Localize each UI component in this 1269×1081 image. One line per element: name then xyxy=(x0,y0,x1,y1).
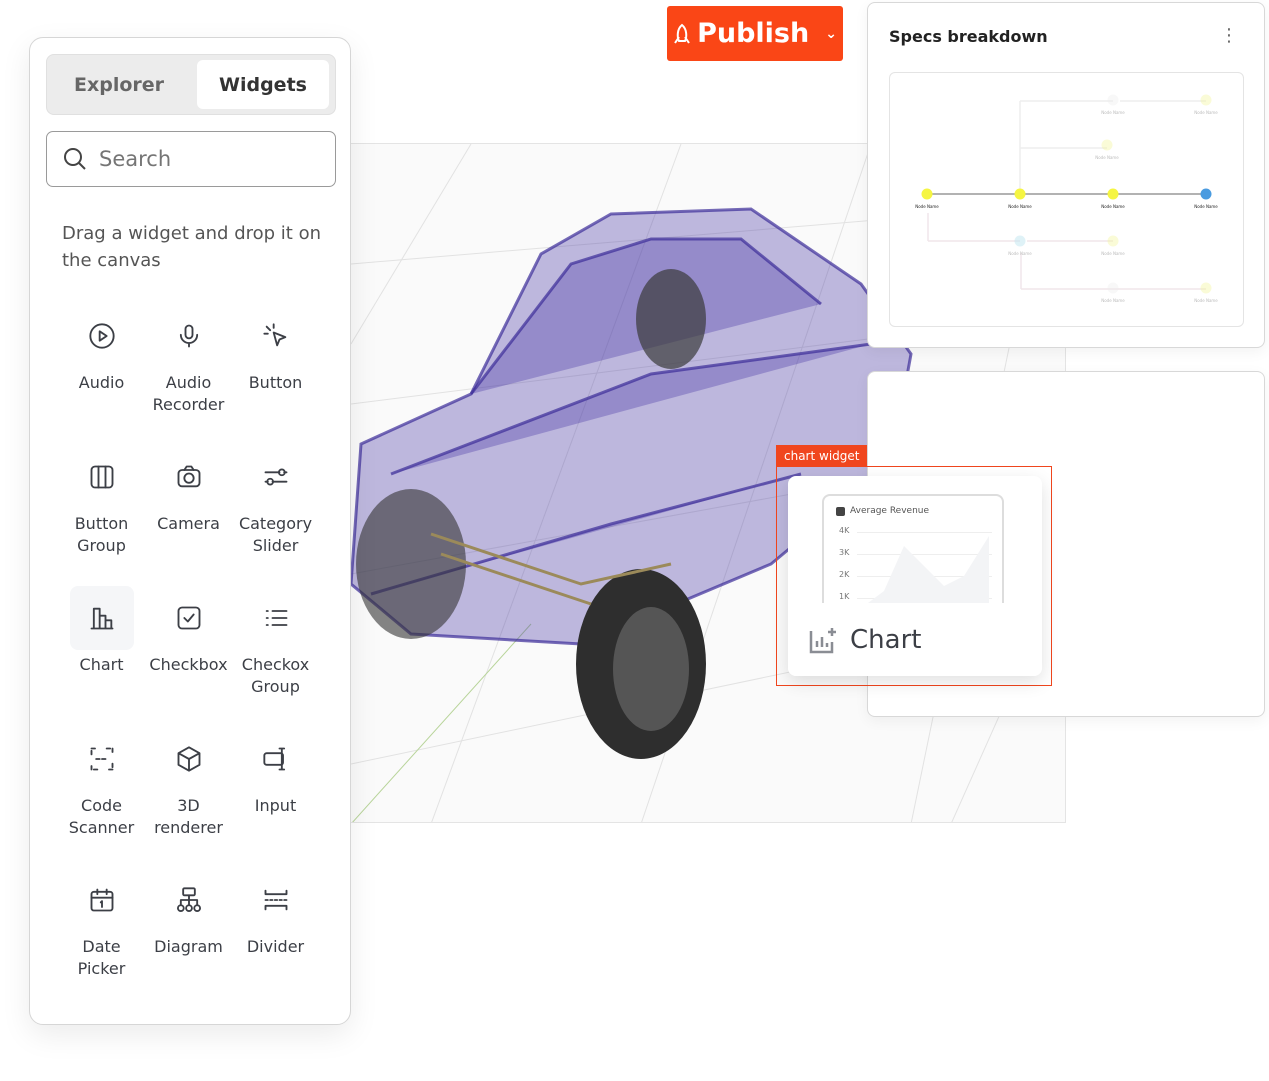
hierarchy-icon xyxy=(169,880,209,920)
widget-checkbox[interactable]: Checkbox xyxy=(145,598,232,739)
scan-icon xyxy=(82,739,122,779)
node-label: Node Name xyxy=(1194,110,1218,115)
widget-label: 3D renderer xyxy=(154,796,223,837)
search-field[interactable] xyxy=(46,131,336,187)
chart-widget-label-row: Chart xyxy=(788,603,1042,676)
widget-grid: Audio Audio Recorder Button Button Group Cam… xyxy=(58,316,319,1021)
diagram-node[interactable] xyxy=(1107,235,1119,247)
widget-button[interactable]: Button xyxy=(232,316,319,457)
diagram-node[interactable] xyxy=(921,188,933,200)
diagram-node[interactable] xyxy=(1014,235,1026,247)
calendar-icon xyxy=(82,880,122,920)
node-label: Node Name xyxy=(1101,298,1125,303)
diagram-node[interactable] xyxy=(1200,188,1212,200)
node-label: Node Name xyxy=(1101,110,1125,115)
node-label: Node Name xyxy=(1194,298,1218,303)
chart-widget-preview[interactable]: Average Revenue 4K 3K 2K 1K Chart xyxy=(788,476,1042,676)
widget-label: Input xyxy=(254,796,297,815)
cube-icon xyxy=(169,739,209,779)
widget-category-slider[interactable]: Category Slider xyxy=(232,457,319,598)
chart-widget-label: Chart xyxy=(850,624,922,655)
widget-diagram[interactable]: Diagram xyxy=(145,880,232,1021)
slider-icon xyxy=(256,457,296,497)
chart-widget-tag: chart widget xyxy=(776,445,868,467)
widget-divider[interactable]: Divider xyxy=(232,880,319,1021)
rocket-icon xyxy=(674,23,690,44)
widget-label: Audio xyxy=(78,373,125,392)
widget-label: Category Slider xyxy=(238,514,313,555)
node-label: Node Name xyxy=(1008,204,1032,209)
widget-label: Audio Recorder xyxy=(152,373,225,414)
more-menu-icon[interactable]: ⋮ xyxy=(1220,25,1238,46)
node-label: Node Name xyxy=(1095,155,1119,160)
diagram-node[interactable] xyxy=(1107,282,1119,294)
widget-panel: Explorer Widgets Drag a widget and drop … xyxy=(29,37,351,1025)
cursor-click-icon xyxy=(256,316,296,356)
widget-checkox-group[interactable]: Checkox Group xyxy=(232,598,319,739)
search-input[interactable] xyxy=(99,147,319,171)
widget-audio[interactable]: Audio xyxy=(58,316,145,457)
search-icon xyxy=(64,148,86,170)
widget-label: Camera xyxy=(157,514,220,533)
card-title: Specs breakdown xyxy=(889,27,1048,46)
diagram-node[interactable] xyxy=(1200,282,1212,294)
widget-label: Divider xyxy=(246,937,305,956)
columns-icon xyxy=(82,457,122,497)
bar-chart-icon xyxy=(69,586,134,650)
node-label: Node Name xyxy=(1008,251,1032,256)
diagram-node[interactable] xyxy=(1200,94,1212,106)
input-icon xyxy=(256,739,296,779)
widget-label: Code Scanner xyxy=(68,796,135,837)
widget-audio-recorder[interactable]: Audio Recorder xyxy=(145,316,232,457)
specs-diagram: Node Name Node Name Node Name Node Name Node… xyxy=(889,72,1244,327)
diagram-node[interactable] xyxy=(1107,94,1119,106)
widget-button-group[interactable]: Button Group xyxy=(58,457,145,598)
diagram-node[interactable] xyxy=(1107,188,1119,200)
chevron-down-icon: ⌄ xyxy=(825,25,837,42)
widget-label: Diagram xyxy=(154,937,223,956)
drag-hint: Drag a widget and drop it on the canvas xyxy=(62,223,321,271)
tab-widgets[interactable]: Widgets xyxy=(197,60,329,109)
widget-label: Button xyxy=(248,373,303,392)
diagram-node[interactable] xyxy=(1101,139,1113,151)
publish-label: Publish xyxy=(697,18,810,49)
widget-label: Button Group xyxy=(74,514,129,555)
tab-explorer[interactable]: Explorer xyxy=(53,60,185,109)
node-label: Node Name xyxy=(1101,204,1125,209)
checkbox-icon xyxy=(169,598,209,638)
widget-date-picker[interactable]: Date Picker xyxy=(58,880,145,1021)
widget-label: Date Picker xyxy=(77,937,126,978)
widget-chart[interactable]: Chart xyxy=(58,586,145,739)
widget-code-scanner[interactable]: Code Scanner xyxy=(58,739,145,880)
publish-button[interactable]: Publish ⌄ xyxy=(667,6,843,61)
widget-label: Chart xyxy=(79,655,124,674)
microphone-icon xyxy=(169,316,209,356)
specs-breakdown-card: Specs breakdown ⋮ Node Name Node Name Node… xyxy=(867,2,1265,348)
panel-tabs: Explorer Widgets xyxy=(46,54,336,115)
widget-label: Checkbox xyxy=(149,655,228,674)
node-label: Node Name xyxy=(1194,204,1218,209)
camera-icon xyxy=(169,457,209,497)
diagram-node[interactable] xyxy=(1014,188,1026,200)
node-label: Node Name xyxy=(915,204,939,209)
chart-add-icon xyxy=(809,627,836,653)
play-circle-icon xyxy=(82,316,122,356)
node-label: Node Name xyxy=(1101,251,1125,256)
list-icon xyxy=(256,598,296,638)
widget-input[interactable]: Input xyxy=(232,739,319,880)
widget-label: Checkox Group xyxy=(241,655,310,696)
widget-camera[interactable]: Camera xyxy=(145,457,232,598)
divider-icon xyxy=(256,880,296,920)
widget-3d-renderer[interactable]: 3D renderer xyxy=(145,739,232,880)
